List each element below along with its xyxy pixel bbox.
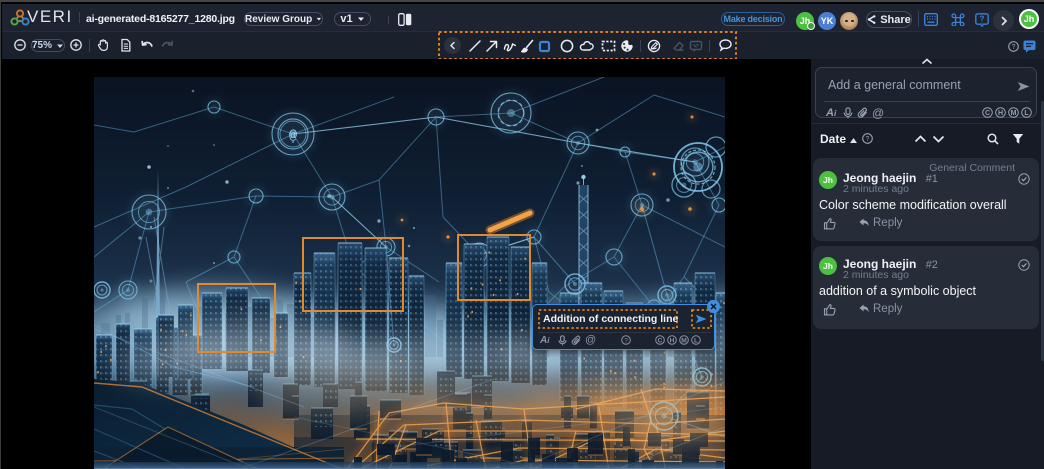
svg-text:M: M [681,337,686,344]
svg-text:C: C [985,110,990,117]
svg-text:L: L [1024,110,1029,117]
svg-text:?: ? [624,337,628,344]
svg-text:?: ? [866,136,870,143]
svg-text:H: H [670,337,675,344]
svg-text:?: ? [1012,44,1016,51]
svg-text:L: L [694,337,698,344]
svg-text:?: ? [980,15,985,24]
svg-text:H: H [998,110,1003,117]
svg-text:@: @ [289,128,297,143]
svg-text:M: M [1011,110,1017,117]
svg-text:C: C [658,337,663,344]
